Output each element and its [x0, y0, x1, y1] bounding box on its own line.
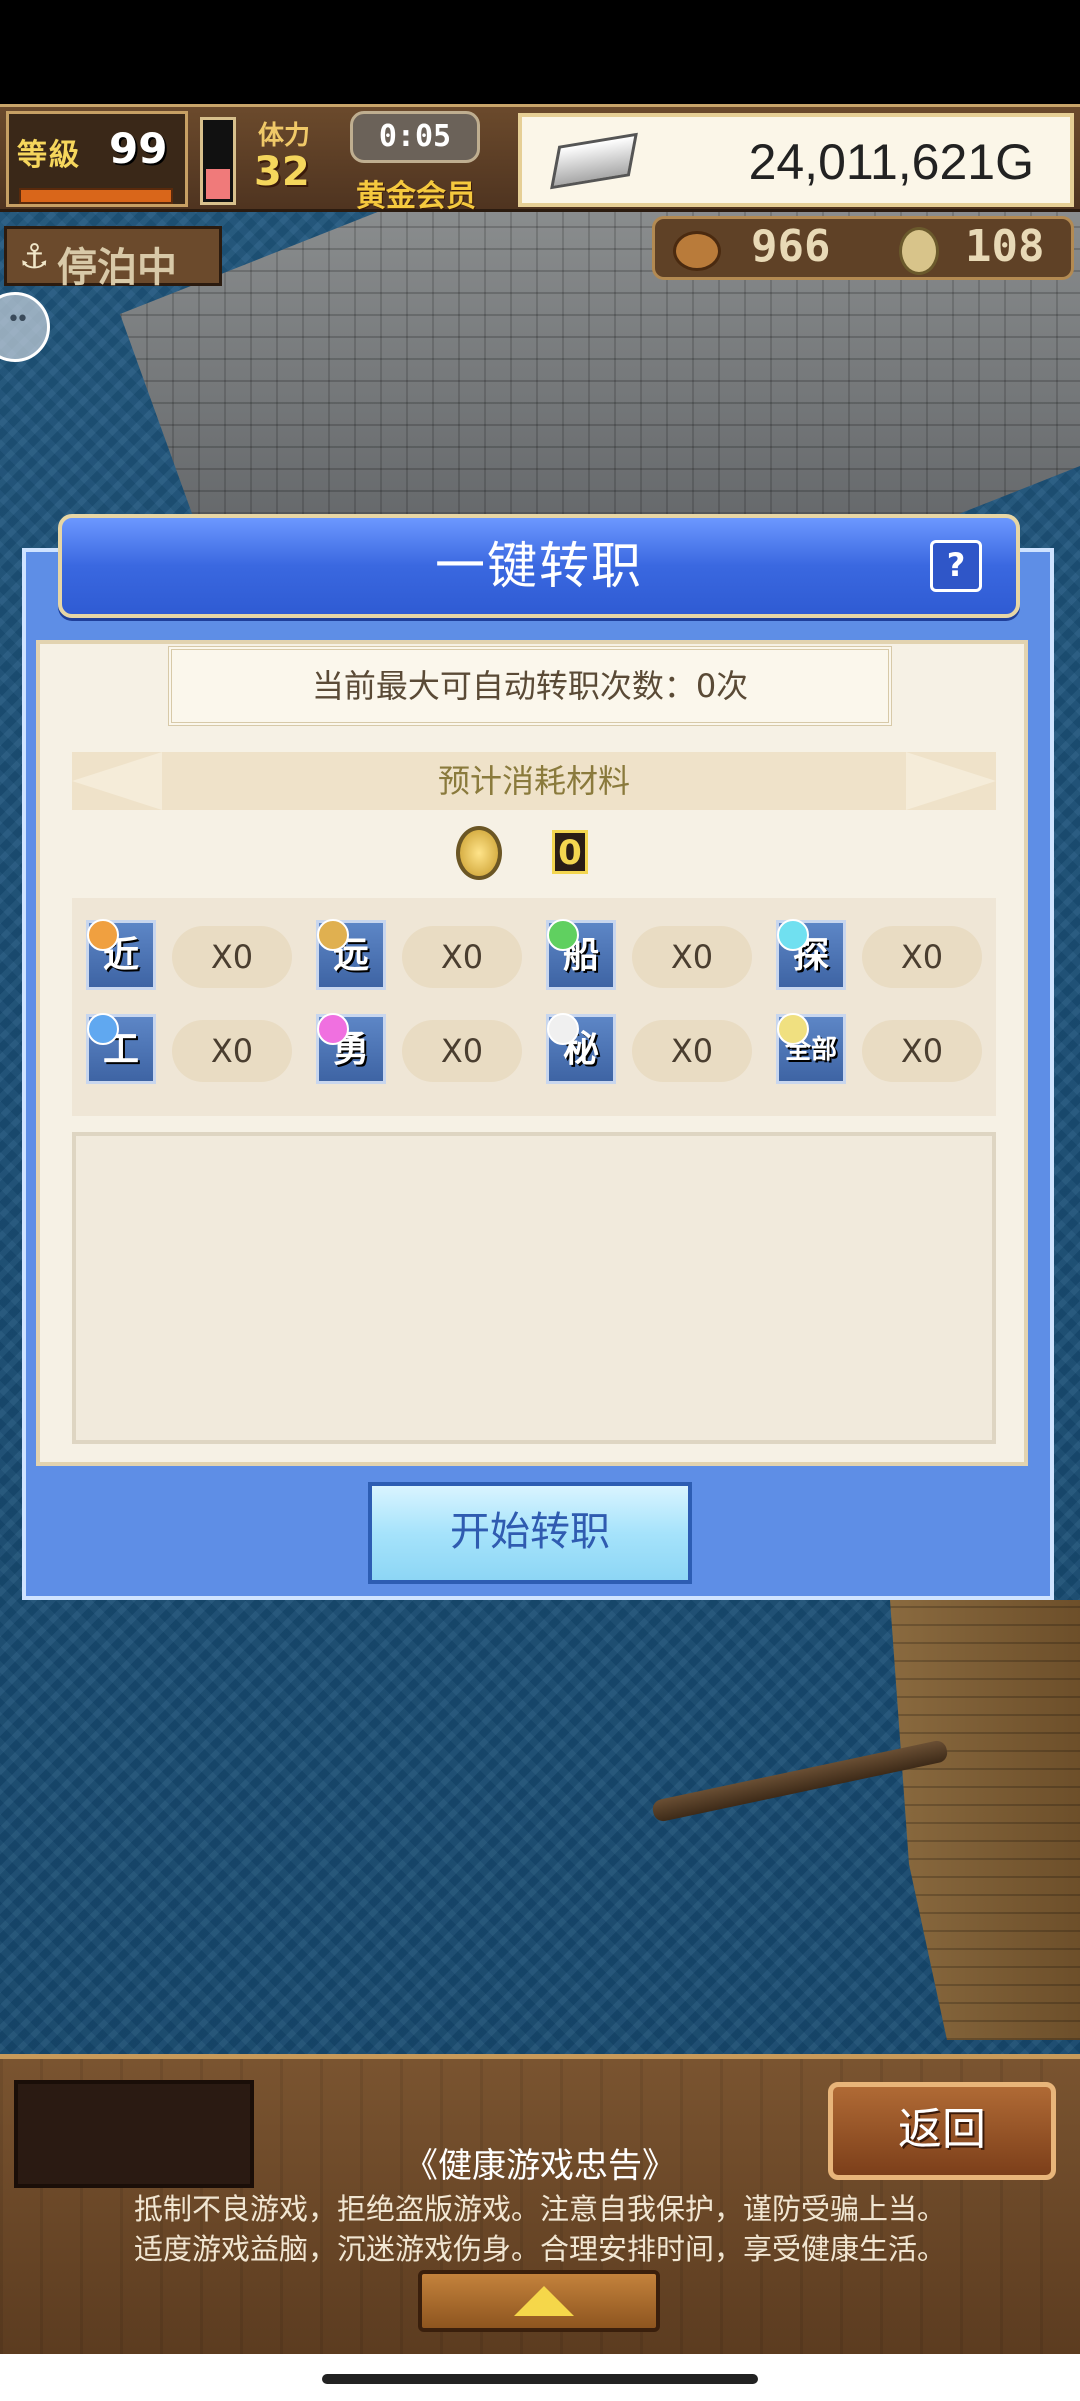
vip-label[interactable]: 黄金会员 [356, 171, 476, 215]
health-advice-title: 《健康游戏忠告》 [404, 2146, 676, 2186]
material-item[interactable]: 探 X0 [762, 918, 982, 994]
craft-scroll-icon: 工 [86, 1013, 156, 1084]
brave-scroll-icon: 勇 [316, 1013, 386, 1084]
material-count: X0 [632, 1020, 752, 1082]
silver-ingot-icon [550, 132, 638, 190]
top-hud: 等級 99 体力 32 0:05 黄金会员 24,011,621G [0, 104, 1080, 215]
resource2-value: 108 [965, 221, 1045, 272]
ship-scroll-icon: 船 [546, 919, 616, 990]
timer: 0:05 [350, 111, 480, 163]
melee-scroll-icon: 近 [86, 919, 156, 990]
health-advice-line2: 适度游戏益脑，沉迷游戏伤身。合理安排时间，享受健康生活。 [133, 2232, 946, 2266]
material-item[interactable]: 秘 X0 [532, 1012, 752, 1088]
explore-scroll-icon: 探 [776, 919, 846, 990]
moored-status[interactable]: ⚓ 停泊中 [4, 226, 222, 291]
up-arrow-icon [514, 2286, 574, 2316]
status-bar [0, 0, 1080, 104]
stamina-fill [206, 169, 230, 199]
dialog-header: 一键转职 ? [58, 514, 1020, 618]
stamina-value: 32 [254, 149, 310, 195]
orb-icon [87, 919, 119, 951]
level-panel: 等級 99 [6, 111, 188, 207]
help-button[interactable]: ? [930, 540, 982, 592]
material-item[interactable]: 工 X0 [72, 1012, 292, 1088]
orb-icon [547, 919, 579, 951]
material-item[interactable]: 船 X0 [532, 918, 752, 994]
material-count: X0 [862, 1020, 982, 1082]
material-count: X0 [862, 926, 982, 988]
material-count: X0 [402, 926, 522, 988]
stamina-label: 体力 [258, 121, 311, 151]
dialog-title: 一键转职 [435, 537, 643, 595]
home-indicator[interactable] [322, 2374, 758, 2384]
orb-icon [317, 1013, 349, 1045]
all-scroll-icon: 全部 [776, 1013, 846, 1084]
anchor-icon: ⚓ [19, 237, 50, 277]
gold-value: 24,011,621G [748, 134, 1034, 190]
level-value: 99 [109, 124, 168, 173]
ranged-scroll-icon: 远 [316, 919, 386, 990]
cost-header: 预计消耗材料 [72, 752, 996, 810]
food-icon [673, 231, 721, 271]
gold-panel[interactable]: 24,011,621G [518, 113, 1074, 207]
resource-panel: 966 108 [652, 216, 1074, 280]
result-log-area [72, 1132, 996, 1444]
orb-icon [777, 919, 809, 951]
material-item[interactable]: 远 X0 [302, 918, 522, 994]
stamina-bar [200, 117, 236, 205]
orb-icon [87, 1013, 119, 1045]
health-advice-line1: 抵制不良游戏，拒绝盗版游戏。注意自我保护，谨防受骗上当。 [133, 2192, 946, 2226]
material-count: X0 [402, 1020, 522, 1082]
material-item[interactable]: 近 X0 [72, 918, 292, 994]
experience-bar [19, 188, 173, 204]
orb-icon [777, 1013, 809, 1045]
cost-value: 0 [552, 830, 588, 874]
material-item[interactable]: 勇 X0 [302, 1012, 522, 1088]
material-grid: 近 X0 远 X0 船 X0 探 X0 工 X0 勇 X0 秘 X0 全部 X0 [72, 898, 996, 1116]
orb-icon [547, 1013, 579, 1045]
secret-scroll-icon: 秘 [546, 1013, 616, 1084]
resource1-value: 966 [751, 221, 831, 272]
gold-coin-icon [456, 826, 502, 880]
start-job-change-button[interactable]: 开始转职 [368, 1482, 692, 1584]
coin-icon [899, 227, 939, 275]
orb-icon [317, 919, 349, 951]
material-count: X0 [172, 926, 292, 988]
level-label: 等級 [17, 138, 81, 173]
material-item[interactable]: 全部 X0 [762, 1012, 982, 1088]
moored-label: 停泊中 [57, 245, 177, 291]
expand-menu-button[interactable] [418, 2270, 660, 2332]
material-count: X0 [632, 926, 752, 988]
max-change-count: 当前最大可自动转职次数：0次 [168, 646, 892, 726]
material-count: X0 [172, 1020, 292, 1082]
